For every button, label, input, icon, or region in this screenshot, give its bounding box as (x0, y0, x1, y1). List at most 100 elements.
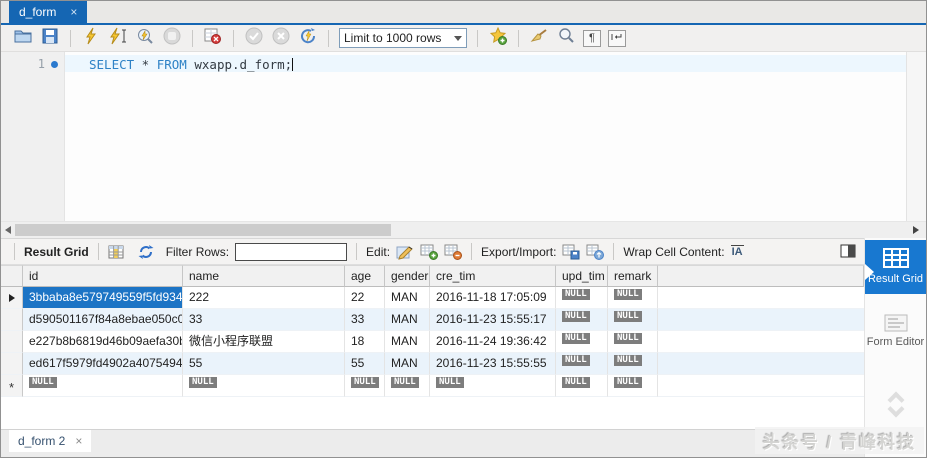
cell-remark[interactable]: NULL (608, 375, 658, 397)
result-tab-close-icon[interactable]: × (75, 434, 82, 448)
column-header-cre-tim[interactable]: cre_tim (430, 265, 556, 287)
grid-columns-button[interactable] (108, 245, 124, 259)
cell-cre-tim[interactable]: 2016-11-24 19:36:42 (430, 331, 556, 353)
sidebar-expander[interactable] (865, 394, 926, 415)
cell-upd-tim[interactable]: NULL (556, 353, 608, 375)
cell-name[interactable]: 222 (183, 287, 345, 309)
find-button[interactable] (556, 28, 576, 48)
sidebar-item-result-grid[interactable]: Result Grid (865, 240, 926, 294)
cell-id[interactable]: d590501167f84a8ebae050c03a773614 (23, 309, 183, 331)
row-selector[interactable]: * (1, 375, 23, 397)
cell-cre-tim[interactable]: 2016-11-18 17:05:09 (430, 287, 556, 309)
toggle-sidebar-button[interactable] (840, 244, 856, 261)
cell-cre-tim[interactable]: 2016-11-23 15:55:17 (430, 309, 556, 331)
cell-remark[interactable]: NULL (608, 353, 658, 375)
tab-d-form-2[interactable]: d_form 2 × (9, 430, 91, 452)
row-selector[interactable] (1, 353, 23, 375)
cell-age[interactable]: 22 (345, 287, 385, 309)
row-selector[interactable] (1, 287, 23, 309)
column-header-name[interactable]: name (183, 265, 345, 287)
cell-upd-tim[interactable]: NULL (556, 331, 608, 353)
row-selector[interactable] (1, 309, 23, 331)
sql-editor[interactable]: 1 SELECT * FROM wxapp.d_form; (1, 52, 926, 221)
editor-vertical-scrollbar[interactable] (906, 52, 926, 221)
scrollbar-thumb[interactable] (15, 224, 391, 236)
editor-horizontal-scrollbar[interactable] (1, 221, 926, 238)
cell-name[interactable]: 微信小程序联盟 (183, 331, 345, 353)
invisible-chars-button[interactable]: ¶ (583, 30, 601, 47)
column-header-age[interactable]: age (345, 265, 385, 287)
cell-age[interactable]: 18 (345, 331, 385, 353)
cell-gender[interactable]: NULL (385, 375, 430, 397)
cell-name[interactable]: 55 (183, 353, 345, 375)
commit-button[interactable] (244, 28, 264, 48)
cell-remark[interactable]: NULL (608, 309, 658, 331)
refresh-button[interactable] (138, 244, 154, 260)
open-file-button[interactable] (13, 28, 33, 48)
cell-id[interactable]: e227b8b6819d46b09aefa30b87bc0273 (23, 331, 183, 353)
execute-button[interactable] (81, 28, 101, 48)
table-row[interactable]: ed617f5979fd4902a40754949fcc19c4 55 55 M… (1, 353, 864, 375)
cell-gender[interactable]: MAN (385, 353, 430, 375)
table-row[interactable]: e227b8b6819d46b09aefa30b87bc0273 微信小程序联盟… (1, 331, 864, 353)
sidebar-item-form-editor[interactable]: Form Editor (865, 314, 926, 349)
limit-rows-dropdown[interactable]: Limit to 1000 rows (339, 28, 467, 48)
cell-name[interactable]: NULL (183, 375, 345, 397)
toolbar-separator (98, 243, 99, 260)
cell-upd-tim[interactable]: NULL (556, 287, 608, 309)
scroll-right-icon[interactable] (913, 226, 919, 234)
cell-age[interactable]: 55 (345, 353, 385, 375)
new-row[interactable]: * NULL NULL NULL NULL NULL NULL NULL (1, 375, 864, 397)
stop-on-error-button[interactable] (203, 28, 223, 48)
cell-age[interactable]: NULL (345, 375, 385, 397)
cell-name[interactable]: 33 (183, 309, 345, 331)
column-header-gender[interactable]: gender (385, 265, 430, 287)
cell-id[interactable]: NULL (23, 375, 183, 397)
autocommit-button[interactable] (298, 28, 318, 48)
cell-gender[interactable]: MAN (385, 331, 430, 353)
sidebar-item-label: Form Editor (865, 336, 926, 349)
cell-remark[interactable]: NULL (608, 287, 658, 309)
export-button[interactable] (562, 244, 580, 260)
explain-button[interactable] (135, 28, 155, 48)
new-snippet-button[interactable] (488, 28, 508, 48)
export-icon (562, 244, 580, 260)
cell-id[interactable]: ed617f5979fd4902a40754949fcc19c4 (23, 353, 183, 375)
null-badge: NULL (562, 289, 590, 300)
row-selector[interactable] (1, 331, 23, 353)
cell-cre-tim[interactable]: NULL (430, 375, 556, 397)
edit-record-button[interactable] (396, 244, 414, 260)
cell-upd-tim[interactable]: NULL (556, 309, 608, 331)
cell-id[interactable]: 3bbaba8e579749559f5fd934b3d50379 (23, 287, 183, 309)
execute-current-button[interactable] (108, 28, 128, 48)
tab-close-icon[interactable]: × (70, 5, 77, 19)
add-row-button[interactable] (420, 244, 438, 260)
scroll-left-icon[interactable] (5, 226, 11, 234)
column-header-id[interactable]: id (23, 265, 183, 287)
cell-age[interactable]: 33 (345, 309, 385, 331)
stop-button[interactable] (162, 28, 182, 48)
cell-gender[interactable]: MAN (385, 309, 430, 331)
wrap-text-button[interactable] (608, 30, 626, 47)
table-row[interactable]: 3bbaba8e579749559f5fd934b3d50379 222 22 … (1, 287, 864, 309)
table-row[interactable]: d590501167f84a8ebae050c03a773614 33 33 M… (1, 309, 864, 331)
rollback-button[interactable] (271, 28, 291, 48)
column-header-remark[interactable]: remark (608, 265, 658, 287)
autocommit-icon (299, 27, 317, 50)
wrap-cell-content-button[interactable]: IA (731, 245, 744, 258)
result-view-sidebar: Result Grid Form Editor (864, 238, 926, 457)
column-header-upd-tim[interactable]: upd_tim (556, 265, 608, 287)
save-button[interactable] (40, 28, 60, 48)
filter-rows-input[interactable] (235, 243, 347, 261)
tab-d-form[interactable]: d_form × (9, 1, 87, 23)
cell-cre-tim[interactable]: 2016-11-23 15:55:55 (430, 353, 556, 375)
import-button[interactable] (586, 244, 604, 260)
code-area[interactable]: SELECT * FROM wxapp.d_form; (65, 52, 906, 221)
explain-icon (136, 27, 154, 50)
beautify-button[interactable] (529, 28, 549, 48)
edit-label: Edit: (366, 245, 390, 259)
cell-gender[interactable]: MAN (385, 287, 430, 309)
cell-upd-tim[interactable]: NULL (556, 375, 608, 397)
delete-row-button[interactable] (444, 244, 462, 260)
cell-remark[interactable]: NULL (608, 331, 658, 353)
